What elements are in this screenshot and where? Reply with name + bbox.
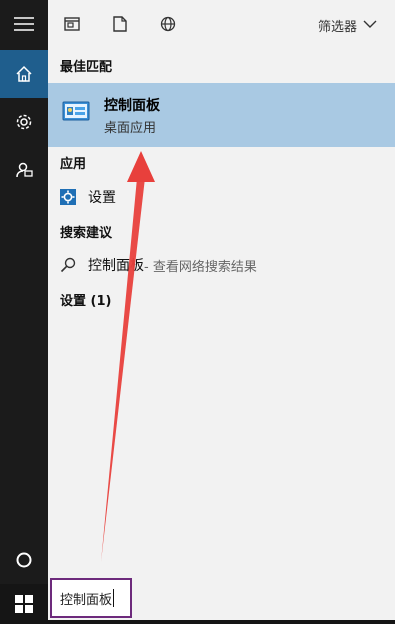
home-icon[interactable] (0, 50, 48, 98)
suggestion-query: 控制面板 (88, 258, 144, 274)
best-match-title: 控制面板 (104, 98, 160, 114)
section-apps: 应用 (60, 157, 87, 172)
search-input-value: 控制面板 (60, 592, 113, 608)
settings-icon (60, 189, 76, 205)
app-result-label: 设置 (88, 190, 116, 206)
cortana-icon[interactable] (0, 536, 48, 584)
globe-icon[interactable] (158, 14, 178, 34)
gear-icon[interactable] (0, 98, 48, 146)
filter-label: 筛选器 (317, 20, 357, 35)
chevron-down-icon (363, 18, 377, 33)
filter-dropdown[interactable]: 筛选器 (318, 16, 377, 35)
search-icon (60, 257, 76, 273)
windows-start-icon[interactable] (0, 584, 48, 624)
text-caret (113, 589, 115, 607)
control-panel-icon (62, 100, 92, 124)
suggestion-hint: - 查看网络搜索结果 (144, 259, 257, 275)
document-icon[interactable] (62, 14, 82, 34)
best-match-subtitle: 桌面应用 (104, 121, 157, 136)
best-match-result[interactable]: 控制面板 桌面应用 (48, 83, 395, 147)
section-settings[interactable]: 设置 (1) (60, 290, 111, 309)
web-suggestion-item[interactable]: 控制面板 - 查看网络搜索结果 (60, 255, 257, 275)
page-icon[interactable] (110, 14, 130, 34)
start-search-panel: 筛选器 最佳匹配 控制面板 桌面应用 应用 设置 搜索建议 控制面板 - 查看网… (48, 0, 395, 584)
hamburger-icon[interactable] (0, 0, 48, 48)
start-left-rail (0, 0, 48, 584)
feedback-icon[interactable] (0, 146, 48, 194)
top-toolbar: 筛选器 (48, 0, 395, 48)
section-search-suggestions: 搜索建议 (60, 226, 113, 241)
search-input[interactable]: 控制面板 (50, 578, 132, 618)
app-result-settings[interactable]: 设置 (60, 187, 116, 207)
section-best-match: 最佳匹配 (60, 60, 113, 75)
